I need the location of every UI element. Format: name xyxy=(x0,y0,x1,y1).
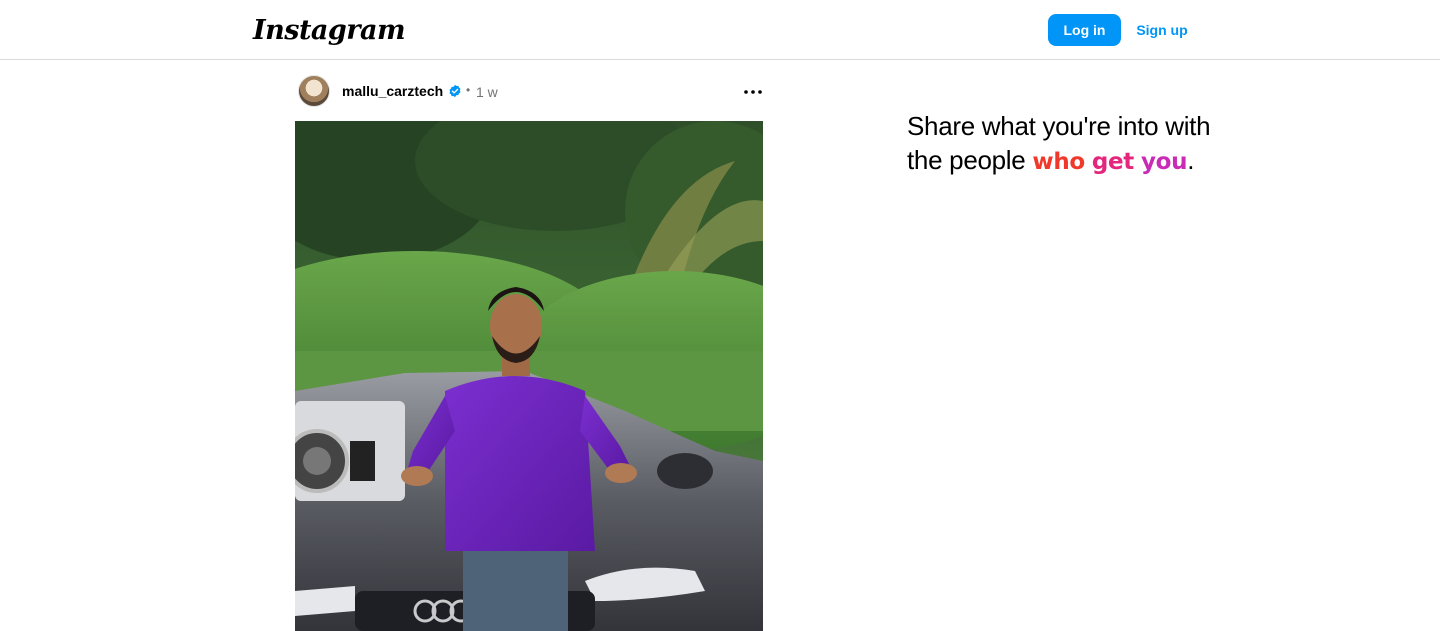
tagline-prefix: the people xyxy=(907,145,1033,175)
tagline-highlight-you: you xyxy=(1140,149,1188,175)
top-navigation-bar: Instagram Log in Sign up xyxy=(0,0,1440,60)
post-header: mallu_carztech • 1 w xyxy=(295,72,765,112)
tagline-highlight-get: get xyxy=(1091,149,1135,175)
profile-avatar[interactable] xyxy=(298,75,330,107)
post-photo xyxy=(295,121,763,631)
tagline-suffix: . xyxy=(1187,145,1195,175)
tagline-line-1: Share what you're into with xyxy=(907,111,1211,141)
time-separator: • xyxy=(466,83,471,97)
sign-up-link[interactable]: Sign up xyxy=(1131,14,1193,46)
verified-badge-icon xyxy=(449,84,461,98)
post-username[interactable]: mallu_carztech xyxy=(342,83,443,99)
signup-tagline: Share what you're into with the people w… xyxy=(907,109,1267,179)
more-options-icon[interactable] xyxy=(742,81,764,103)
post-timestamp[interactable]: 1 w xyxy=(476,84,498,100)
tagline-highlight-who: who xyxy=(1032,149,1085,175)
instagram-logo[interactable]: Instagram xyxy=(253,13,406,49)
post-media-image[interactable] xyxy=(295,121,763,631)
tagline-line-2: the people who get you. xyxy=(907,143,1267,179)
log-in-button[interactable]: Log in xyxy=(1048,14,1121,46)
